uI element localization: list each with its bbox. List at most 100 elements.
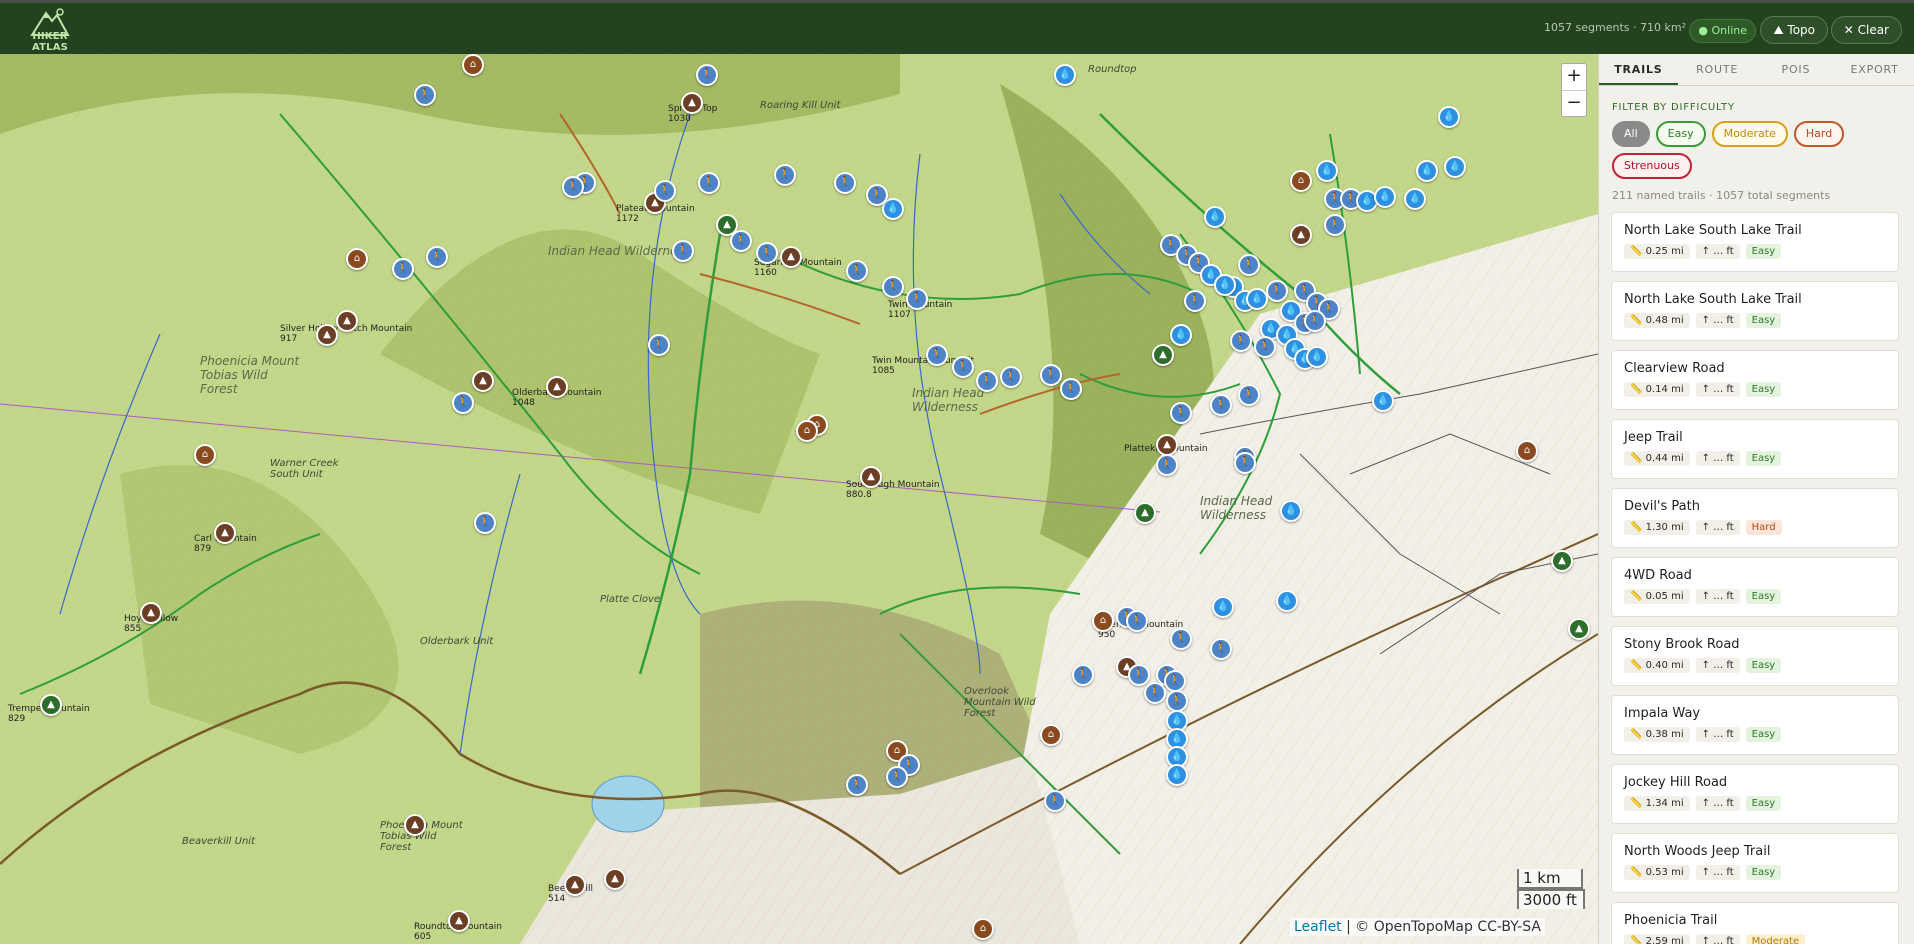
shelter-marker[interactable]: ⌂: [1290, 170, 1312, 192]
peak-marker[interactable]: ▲: [316, 324, 338, 346]
shelter-marker[interactable]: ⌂: [346, 248, 368, 270]
shelter-marker[interactable]: ⌂: [1516, 440, 1538, 462]
hiker-marker[interactable]: 🚶: [886, 766, 908, 788]
zoom-in-button[interactable]: +: [1562, 64, 1586, 90]
water-marker[interactable]: 💧: [1276, 590, 1298, 612]
hiker-marker[interactable]: 🚶: [1324, 214, 1346, 236]
hiker-marker[interactable]: 🚶: [1156, 454, 1178, 476]
filter-chip-moderate[interactable]: Moderate: [1711, 121, 1788, 147]
campsite-marker[interactable]: ▲: [40, 694, 62, 716]
hiker-marker[interactable]: 🚶: [1170, 628, 1192, 650]
hiker-marker[interactable]: 🚶: [1144, 682, 1166, 704]
trail-card[interactable]: Stony Brook Road 📏 0.40 mi ↑ … ft Easy: [1611, 626, 1899, 686]
trail-card[interactable]: Devil's Path 📏 1.30 mi ↑ … ft Hard: [1611, 488, 1899, 548]
trail-card[interactable]: North Lake South Lake Trail 📏 0.48 mi ↑ … …: [1611, 281, 1899, 341]
trail-card[interactable]: Clearview Road 📏 0.14 mi ↑ … ft Easy: [1611, 350, 1899, 410]
shelter-marker[interactable]: ⌂: [462, 54, 484, 76]
hiker-marker[interactable]: 🚶: [1266, 280, 1288, 302]
hiker-marker[interactable]: 🚶: [414, 84, 436, 106]
hiker-marker[interactable]: 🚶: [426, 246, 448, 268]
peak-marker[interactable]: ▲: [546, 376, 568, 398]
water-marker[interactable]: 💧: [1416, 160, 1438, 182]
hiker-marker[interactable]: 🚶: [866, 184, 888, 206]
hiker-marker[interactable]: 🚶: [696, 64, 718, 86]
hiker-marker[interactable]: 🚶: [1072, 664, 1094, 686]
trail-card[interactable]: North Lake South Lake Trail 📏 0.25 mi ↑ … …: [1611, 212, 1899, 272]
water-marker[interactable]: 💧: [1204, 206, 1226, 228]
tab-route[interactable]: ROUTE: [1678, 54, 1757, 85]
water-marker[interactable]: 💧: [1170, 324, 1192, 346]
water-marker[interactable]: 💧: [1280, 500, 1302, 522]
water-marker[interactable]: 💧: [1214, 274, 1236, 296]
hiker-marker[interactable]: 🚶: [1126, 610, 1148, 632]
hiker-marker[interactable]: 🚶: [926, 344, 948, 366]
hiker-marker[interactable]: 🚶: [882, 276, 904, 298]
hiker-marker[interactable]: 🚶: [1238, 254, 1260, 276]
filter-chip-hard[interactable]: Hard: [1793, 121, 1845, 147]
peak-marker[interactable]: ▲: [1156, 434, 1178, 456]
hiker-marker[interactable]: 🚶: [774, 164, 796, 186]
hiker-marker[interactable]: 🚶: [1210, 394, 1232, 416]
hiker-marker[interactable]: 🚶: [452, 392, 474, 414]
hiker-marker[interactable]: 🚶: [1304, 310, 1326, 332]
peak-marker[interactable]: ▲: [336, 310, 358, 332]
campsite-marker[interactable]: ▲: [1152, 344, 1174, 366]
hiker-marker[interactable]: 🚶: [846, 774, 868, 796]
trail-card[interactable]: Impala Way 📏 0.38 mi ↑ … ft Easy: [1611, 695, 1899, 755]
peak-marker[interactable]: ▲: [1290, 224, 1312, 246]
hiker-marker[interactable]: 🚶: [1170, 402, 1192, 424]
hiker-marker[interactable]: 🚶: [1238, 384, 1260, 406]
tab-pois[interactable]: POIS: [1757, 54, 1836, 85]
water-marker[interactable]: 💧: [1212, 596, 1234, 618]
peak-marker[interactable]: ▲: [140, 602, 162, 624]
hiker-marker[interactable]: 🚶: [1164, 670, 1186, 692]
trail-card[interactable]: North Woods Jeep Trail 📏 0.53 mi ↑ … ft Eas…: [1611, 833, 1899, 893]
peak-marker[interactable]: ▲: [860, 466, 882, 488]
hiker-marker[interactable]: 🚶: [474, 512, 496, 534]
topo-toggle-button[interactable]: ⛰ Topo: [1760, 16, 1828, 44]
zoom-out-button[interactable]: −: [1562, 90, 1586, 116]
leaflet-link[interactable]: Leaflet: [1294, 919, 1342, 935]
campsite-marker[interactable]: ▲: [1134, 502, 1156, 524]
hiker-marker[interactable]: 🚶: [834, 172, 856, 194]
peak-marker[interactable]: ▲: [564, 874, 586, 896]
shelter-marker[interactable]: ⌂: [972, 918, 994, 940]
water-marker[interactable]: 💧: [1054, 64, 1076, 86]
trail-card[interactable]: Jeep Trail 📏 0.44 mi ↑ … ft Easy: [1611, 419, 1899, 479]
hiker-marker[interactable]: 🚶: [846, 260, 868, 282]
tab-trails[interactable]: TRAILS: [1599, 54, 1678, 85]
hiker-marker[interactable]: 🚶: [1000, 366, 1022, 388]
peak-marker[interactable]: ▲: [780, 246, 802, 268]
hiker-marker[interactable]: 🚶: [1234, 452, 1256, 474]
hiker-marker[interactable]: 🚶: [1230, 330, 1252, 352]
trail-card[interactable]: Jockey Hill Road 📏 1.34 mi ↑ … ft Easy: [1611, 764, 1899, 824]
hiker-marker[interactable]: 🚶: [1060, 378, 1082, 400]
trail-card[interactable]: 4WD Road 📏 0.05 mi ↑ … ft Easy: [1611, 557, 1899, 617]
peak-marker[interactable]: ▲: [214, 522, 236, 544]
water-marker[interactable]: 💧: [1438, 106, 1460, 128]
clear-button[interactable]: ✕ Clear: [1830, 16, 1902, 44]
peak-marker[interactable]: ▲: [604, 868, 626, 890]
hiker-marker[interactable]: 🚶: [952, 356, 974, 378]
hiker-marker[interactable]: 🚶: [648, 334, 670, 356]
hiker-marker[interactable]: 🚶: [672, 240, 694, 262]
hiker-marker[interactable]: 🚶: [1128, 664, 1150, 686]
hiker-marker[interactable]: 🚶: [392, 258, 414, 280]
hiker-marker[interactable]: 🚶: [1044, 790, 1066, 812]
water-marker[interactable]: 💧: [1166, 764, 1188, 786]
hiker-marker[interactable]: 🚶: [698, 172, 720, 194]
campsite-marker[interactable]: ▲: [1568, 618, 1590, 640]
hiker-marker[interactable]: 🚶: [730, 230, 752, 252]
peak-marker[interactable]: ▲: [472, 370, 494, 392]
shelter-marker[interactable]: ⌂: [1092, 610, 1114, 632]
water-marker[interactable]: 💧: [1374, 186, 1396, 208]
hiker-marker[interactable]: 🚶: [654, 180, 676, 202]
app-logo[interactable]: HIKER ATLAS: [18, 7, 82, 53]
filter-chip-all[interactable]: All: [1612, 121, 1650, 147]
shelter-marker[interactable]: ⌂: [194, 444, 216, 466]
filter-chip-strenuous[interactable]: Strenuous: [1612, 153, 1692, 179]
shelter-marker[interactable]: ⌂: [1040, 724, 1062, 746]
peak-marker[interactable]: ▲: [681, 92, 703, 114]
water-marker[interactable]: 💧: [1444, 156, 1466, 178]
hiker-marker[interactable]: 🚶: [906, 288, 928, 310]
